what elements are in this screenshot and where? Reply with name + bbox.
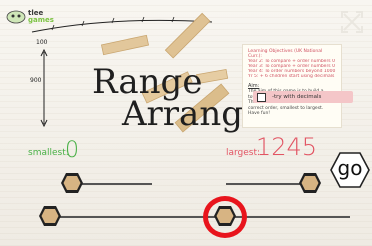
objective-line: Yr 5: + 6 children start using decimals [248, 74, 335, 79]
smallest-label: smallest: [28, 148, 69, 158]
smallest-value: 0 [65, 138, 79, 163]
decimals-toggle[interactable]: -try with decimals [253, 91, 353, 103]
go-button[interactable]: go [330, 150, 370, 190]
decimals-label: -try with decimals [272, 94, 322, 100]
svg-text:100: 100 [36, 39, 48, 46]
range-slider-track[interactable] [40, 216, 350, 218]
objectives-title: Learning Objectives (UK National Curr.): [248, 49, 323, 59]
largest-slider-handle[interactable] [298, 172, 322, 194]
title-board: 100 900 Range Arranger [22, 12, 279, 140]
largest-value: 1245 [256, 133, 318, 161]
info-panel: Learning Objectives (UK National Curr.):… [242, 44, 342, 128]
decimals-checkbox[interactable] [257, 92, 266, 102]
svg-text:900: 900 [30, 77, 42, 84]
smallest-slider-handle[interactable] [60, 172, 84, 194]
range-slider-handle-left[interactable] [38, 205, 62, 227]
smallest-slider-track[interactable] [72, 183, 152, 185]
go-label: go [337, 156, 363, 180]
fullscreen-icon[interactable] [338, 8, 366, 36]
game-stage: tlee games 100 900 Range Arranger Learni… [0, 0, 372, 246]
largest-label: largest: [226, 148, 261, 158]
highlight-ring [203, 196, 247, 238]
